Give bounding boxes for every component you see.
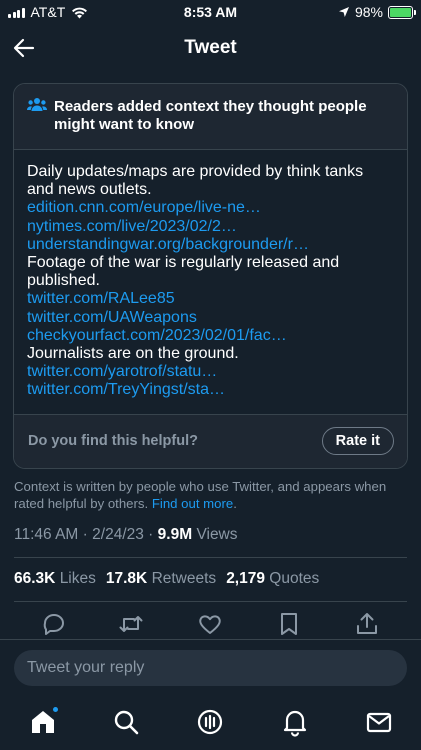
share-icon [357, 613, 377, 634]
messages-icon [366, 712, 392, 733]
notifications-icon [283, 710, 307, 737]
tweet-timestamp: 11:46 AM · 2/24/23 · 9.9M Views [14, 526, 238, 544]
like-icon [199, 615, 221, 634]
rate-it-button[interactable]: Rate it [321, 427, 394, 455]
context-info: Context is written by people who use Twi… [14, 478, 410, 512]
spaces-icon [197, 709, 223, 735]
note-heading: Readers added context they thought peopl… [54, 98, 367, 133]
bottom-tab-bar [0, 695, 421, 750]
retweet-icon [119, 616, 143, 632]
header: Tweet [0, 26, 421, 70]
reply-area [0, 639, 421, 695]
quotes-stat[interactable]: 2,179 Quotes [226, 570, 319, 588]
community-note-card: Readers added context they thought peopl… [13, 83, 408, 469]
tab-messages[interactable] [364, 707, 394, 737]
tab-spaces[interactable] [195, 707, 225, 737]
battery-percent: 98% [354, 4, 383, 20]
location-arrow-icon [338, 7, 349, 17]
views-count: 9.9M [157, 526, 193, 543]
bookmark-button[interactable] [276, 611, 302, 637]
tab-search[interactable] [111, 707, 141, 737]
quotes-label: Quotes [269, 570, 320, 587]
helpful-question: Do you find this helpful? [28, 433, 198, 449]
search-icon [114, 710, 139, 735]
note-link[interactable]: nytimes.com/live/2023/02/2… [27, 218, 394, 236]
page-title: Tweet [184, 37, 237, 58]
retweets-stat[interactable]: 17.8K Retweets [106, 570, 216, 588]
divider [14, 557, 407, 558]
note-link[interactable]: edition.cnn.com/europe/live-ne… [27, 199, 394, 217]
note-link[interactable]: understandingwar.org/backgrounder/r… [27, 236, 394, 254]
tweet-time: 11:46 AM [14, 526, 79, 543]
timestamp-separator: · [148, 526, 154, 543]
share-button[interactable] [354, 611, 380, 637]
views-label: Views [196, 526, 238, 543]
people-icon [27, 98, 47, 111]
reply-icon [43, 614, 64, 635]
note-link[interactable]: twitter.com/UAWeapons [27, 309, 394, 327]
note-link[interactable]: twitter.com/yarotrof/statu… [27, 363, 394, 381]
status-right: 98% [338, 4, 416, 20]
tab-home[interactable] [28, 707, 58, 737]
reply-button[interactable] [41, 611, 67, 637]
retweet-button[interactable] [118, 611, 144, 637]
timestamp-separator: · [82, 526, 88, 543]
note-header: Readers added context they thought peopl… [14, 84, 407, 150]
status-bar: AT&T 8:53 AM 98% [0, 0, 421, 26]
reply-input[interactable] [14, 650, 407, 686]
likes-stat[interactable]: 66.3K Likes [14, 570, 96, 588]
quotes-count: 2,179 [226, 570, 265, 587]
note-link[interactable]: twitter.com/TreyYingst/sta… [27, 381, 394, 399]
battery-charging-icon [388, 5, 416, 19]
tab-notifications[interactable] [280, 707, 310, 737]
tweet-date: 2/24/23 [92, 526, 144, 543]
note-body: Daily updates/maps are provided by think… [14, 150, 407, 400]
note-text: Footage of the war is regularly released… [27, 254, 340, 290]
bookmark-icon [281, 613, 297, 635]
engagement-stats: 66.3K Likes 17.8K Retweets 2,179 Quotes [14, 570, 319, 588]
note-text: Daily updates/maps are provided by think… [27, 163, 364, 199]
note-link[interactable]: checkyourfact.com/2023/02/01/fac… [27, 327, 394, 345]
likes-count: 66.3K [14, 570, 56, 587]
retweets-label: Retweets [151, 570, 217, 587]
note-text: Journalists are on the ground. [27, 345, 239, 363]
retweets-count: 17.8K [105, 570, 148, 587]
divider [14, 601, 407, 602]
likes-label: Likes [59, 570, 96, 587]
note-link[interactable]: twitter.com/RALee85 [27, 290, 394, 308]
notification-dot [53, 707, 58, 712]
note-footer: Do you find this helpful? Rate it [14, 414, 407, 468]
tweet-actions [0, 611, 421, 639]
context-info-period: . [233, 496, 237, 511]
like-button[interactable] [197, 611, 223, 637]
find-out-more-link[interactable]: Find out more [152, 496, 233, 511]
